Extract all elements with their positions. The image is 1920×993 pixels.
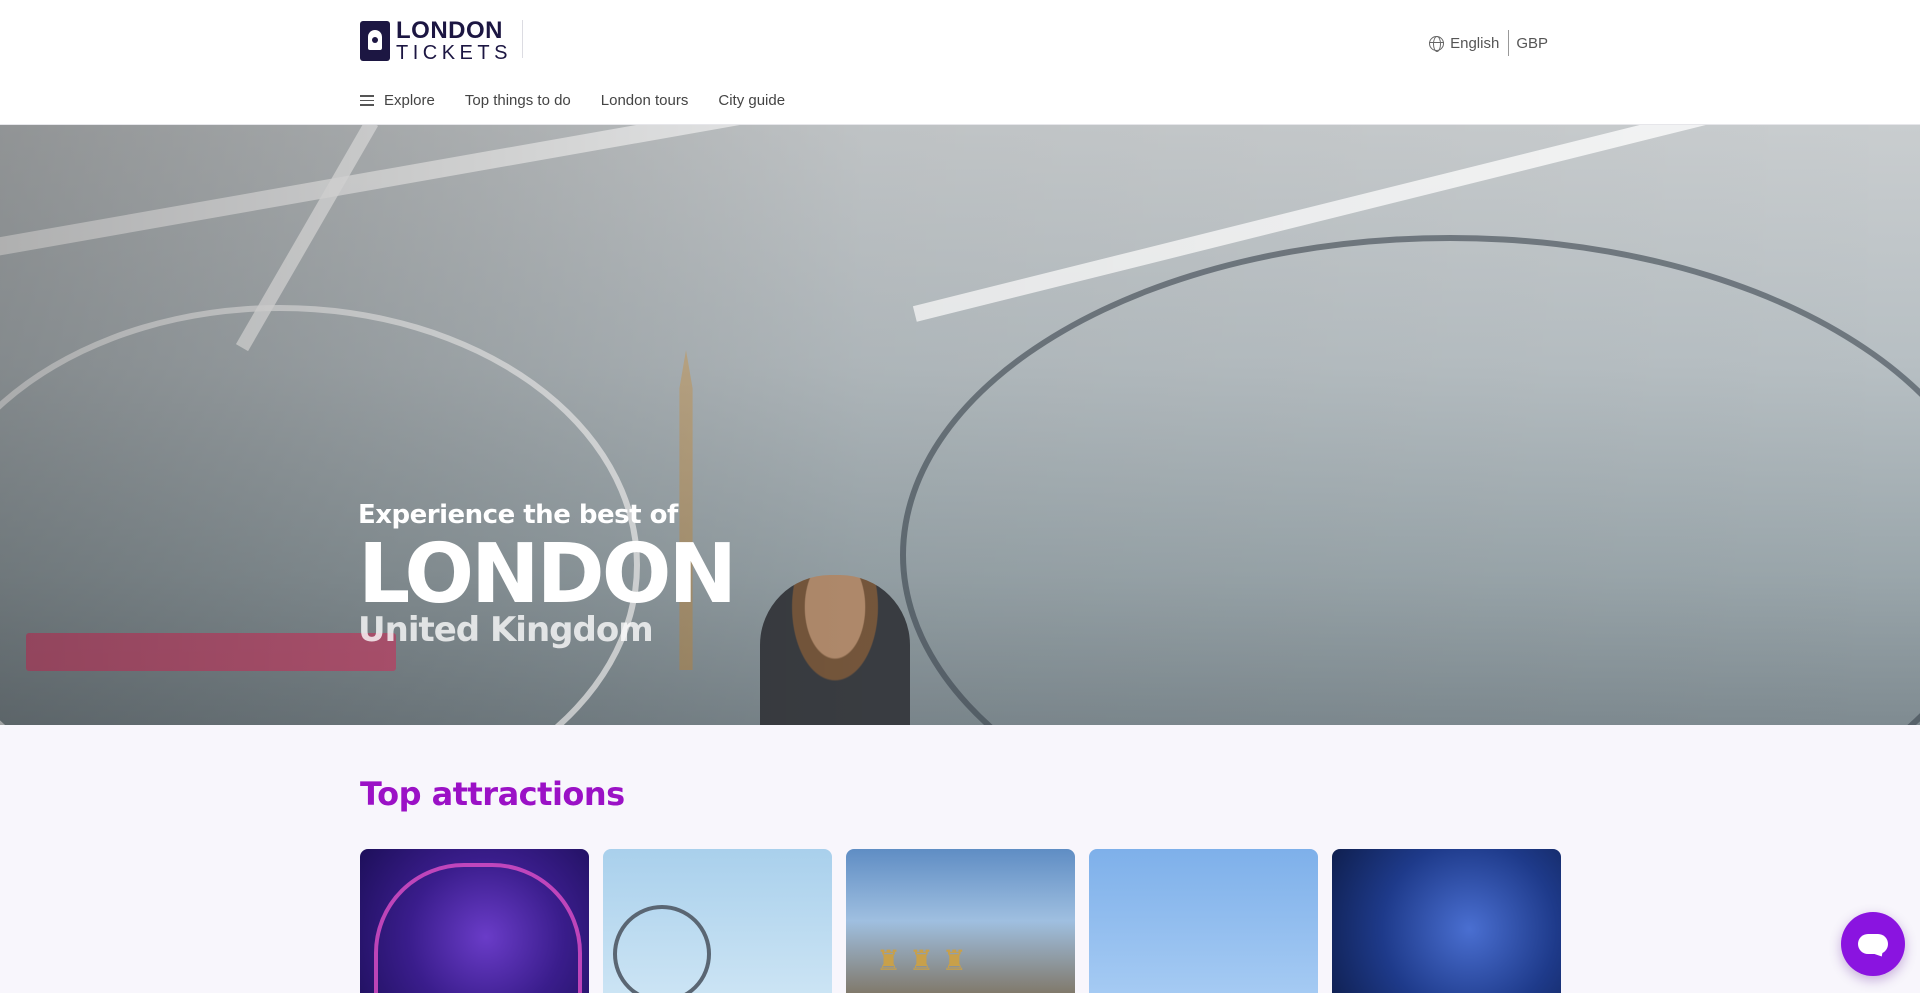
logo-divider (522, 20, 523, 58)
menu-icon[interactable] (360, 95, 374, 106)
site-header: LONDON TICKETS English GBP Explore Top t… (0, 0, 1920, 125)
top-attractions-title: Top attractions (360, 775, 625, 813)
language-selector[interactable]: English (1450, 35, 1499, 52)
logo-line2: TICKETS (396, 42, 512, 64)
hero-city: LONDON (358, 527, 737, 622)
locale-selector: English GBP (1429, 30, 1548, 56)
nav-top-things-to-do[interactable]: Top things to do (465, 92, 571, 109)
currency-selector[interactable]: GBP (1516, 35, 1548, 52)
nav-london-tours[interactable]: London tours (601, 92, 689, 109)
attraction-card[interactable] (1089, 849, 1318, 993)
nav-city-guide[interactable]: City guide (718, 92, 785, 109)
chat-icon (1858, 934, 1888, 954)
globe-icon (1429, 35, 1445, 52)
attraction-card[interactable] (360, 849, 589, 993)
logo-tower-icon (360, 21, 390, 61)
locale-separator (1508, 30, 1510, 56)
hero-country: United Kingdom (358, 610, 654, 650)
hero-kicker: Experience the best of (358, 500, 678, 530)
hero-text: Experience the best of LONDON United Kin… (358, 500, 737, 650)
logo[interactable]: LONDON TICKETS (360, 19, 512, 63)
hero-overlay (0, 125, 1920, 725)
logo-line1: LONDON (396, 17, 503, 44)
chat-button[interactable] (1841, 912, 1905, 976)
attraction-card[interactable] (1332, 849, 1561, 993)
hero-banner (0, 125, 1920, 725)
attraction-card[interactable] (846, 849, 1075, 993)
nav-explore[interactable]: Explore (384, 92, 435, 109)
main-nav: Explore Top things to do London tours Ci… (360, 92, 815, 109)
attraction-cards (360, 849, 1561, 993)
attraction-card[interactable] (603, 849, 832, 993)
